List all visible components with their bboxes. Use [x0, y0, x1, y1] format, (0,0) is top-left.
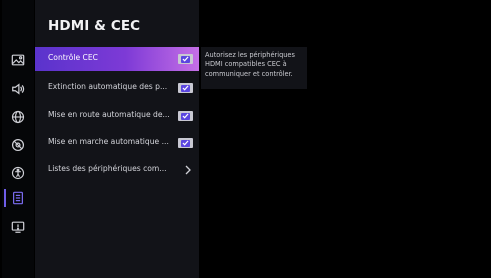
- menu-item-auto-start[interactable]: Mise en marche automatique ...: [35, 131, 199, 155]
- sound-icon[interactable]: [10, 81, 26, 97]
- checkmark-icon: [181, 55, 190, 63]
- menu-item-label: Listes des périphériques com...: [48, 164, 167, 173]
- cec-control-checkbox[interactable]: [178, 54, 193, 64]
- checkmark-icon: [181, 112, 190, 120]
- menu-item-label: Mise en route automatique de...: [48, 110, 170, 119]
- auto-start-checkbox[interactable]: [178, 138, 193, 148]
- menu-item-label: Extinction automatique des p...: [48, 82, 168, 91]
- inputs-icon[interactable]: [10, 190, 26, 206]
- selected-category-indicator: [4, 189, 6, 207]
- menu-item-cec-control[interactable]: Contrôle CEC: [35, 47, 199, 71]
- cec-control-description: Autorisez les périphériques HDMI compati…: [201, 47, 307, 89]
- hdmi-cec-settings-panel: HDMI & CEC Contrôle CEC Extinction autom…: [35, 0, 199, 278]
- menu-item-device-list[interactable]: Listes des périphériques com...: [35, 158, 199, 182]
- network-icon[interactable]: [10, 109, 26, 125]
- auto-power-on-checkbox[interactable]: [178, 111, 193, 121]
- description-text: Autorisez les périphériques HDMI compati…: [205, 51, 295, 78]
- menu-item-auto-power-off[interactable]: Extinction automatique des p...: [35, 76, 199, 100]
- checkmark-icon: [181, 139, 190, 147]
- accessibility-icon[interactable]: [10, 165, 26, 181]
- page-title: HDMI & CEC: [48, 18, 141, 34]
- menu-item-label: Mise en marche automatique ...: [48, 137, 169, 146]
- system-icon[interactable]: [10, 219, 26, 235]
- picture-icon[interactable]: [10, 52, 26, 68]
- menu-item-auto-power-on[interactable]: Mise en route automatique de...: [35, 104, 199, 128]
- tv-settings-screen: HDMI & CEC Contrôle CEC Extinction autom…: [0, 0, 491, 278]
- checkmark-icon: [181, 84, 190, 92]
- channels-icon[interactable]: [10, 137, 26, 153]
- chevron-right-icon: [185, 165, 191, 175]
- menu-item-label: Contrôle CEC: [48, 53, 98, 62]
- auto-power-off-checkbox[interactable]: [178, 83, 193, 93]
- settings-category-rail: [2, 0, 34, 278]
